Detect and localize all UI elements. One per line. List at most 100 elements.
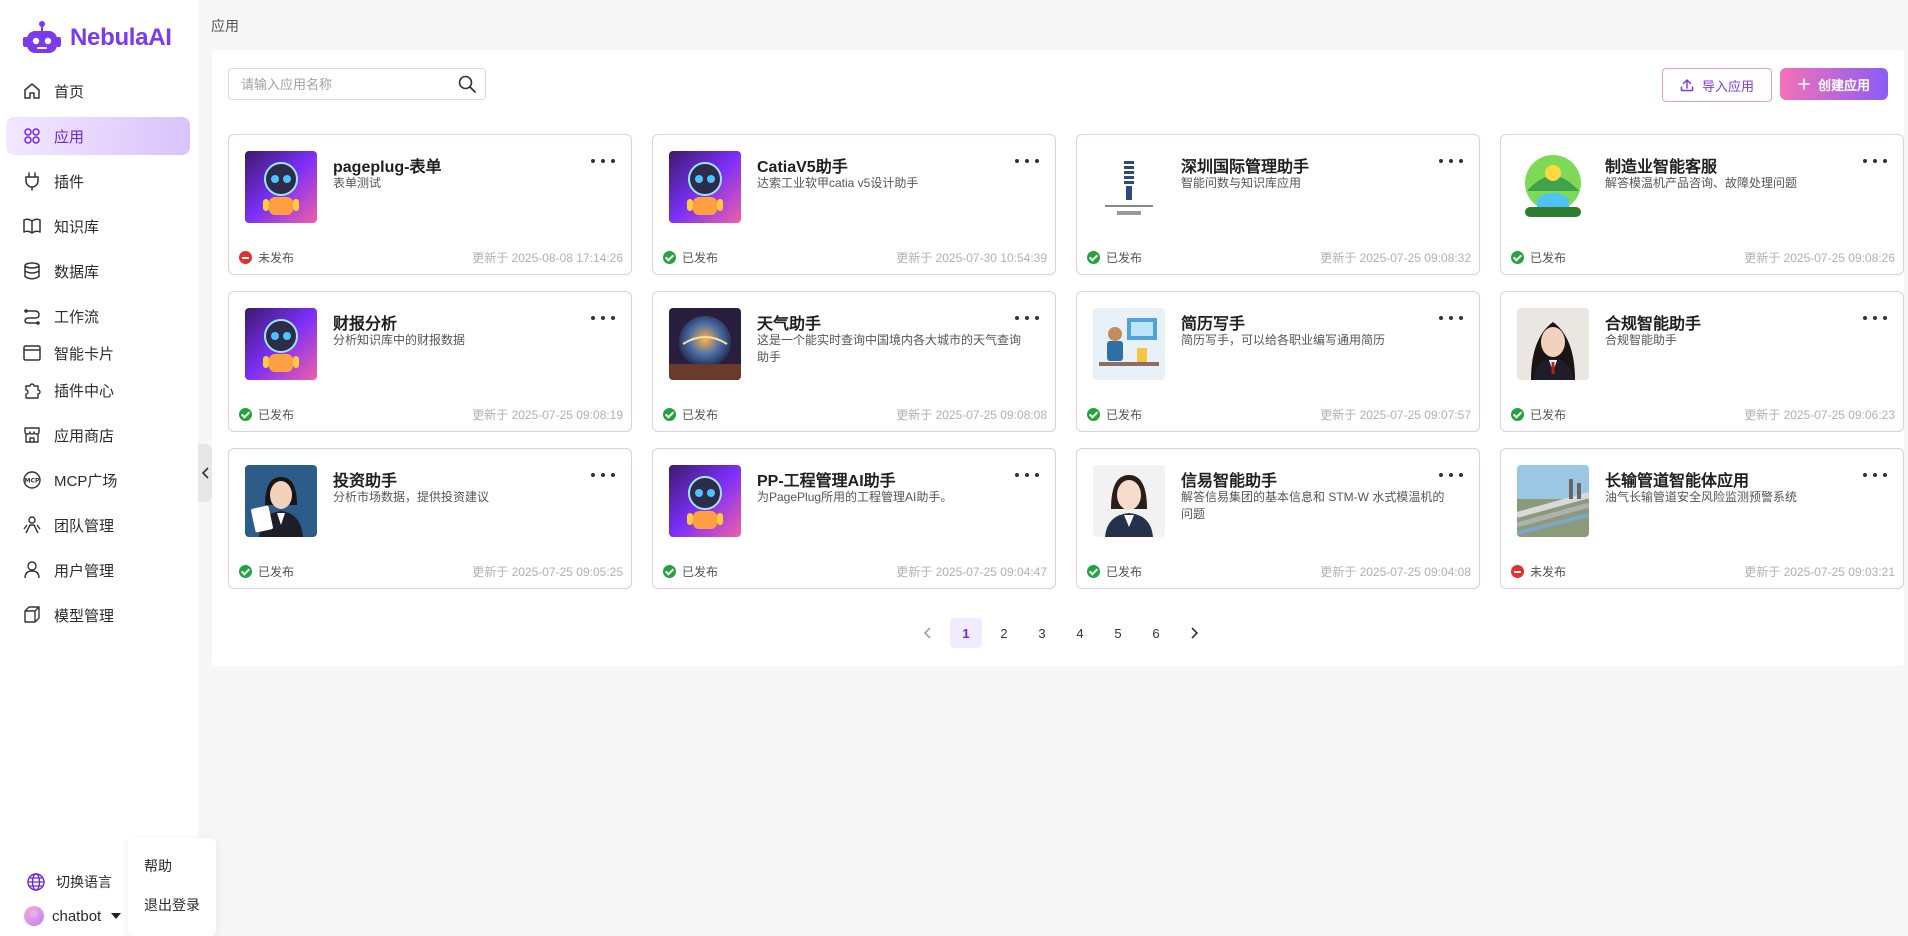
updated-time: 更新于 2025-07-30 10:54:39 — [896, 251, 1047, 265]
app-title: 合规智能助手 — [1605, 316, 1702, 333]
more-options-icon[interactable] — [1863, 310, 1887, 326]
more-options-icon[interactable] — [1863, 467, 1887, 483]
more-options-icon[interactable] — [1439, 310, 1463, 326]
help-menu-item[interactable]: 帮助 — [144, 856, 172, 876]
sidebar-item-workflow[interactable]: 工作流 — [6, 297, 190, 335]
more-options-icon[interactable] — [591, 310, 615, 326]
app-title: 信易智能助手 — [1181, 473, 1278, 490]
page-button-5[interactable]: 5 — [1102, 618, 1134, 648]
sidebar-item-app-store[interactable]: 应用商店 — [6, 416, 190, 454]
app-card[interactable]: 投资助手 分析市场数据，提供投资建议 已发布 更新于 2025-07-25 09:05… — [228, 448, 632, 589]
status-label: 已发布 — [258, 408, 295, 422]
sidebar-item-home[interactable]: 首页 — [6, 72, 190, 110]
page-button-3[interactable]: 3 — [1026, 618, 1058, 648]
app-card[interactable]: 长输管道智能体应用 油气长输管道安全风险监测预警系统 未发布 更新于 2025-07-… — [1500, 448, 1904, 589]
plus-icon — [1798, 78, 1810, 90]
import-app-button[interactable]: 导入应用 — [1662, 68, 1772, 102]
app-card[interactable]: 制造业智能客服 解答模温机产品咨询、故障处理问题 已发布 更新于 2025-07-25… — [1500, 134, 1904, 275]
status-label: 未发布 — [1530, 565, 1567, 579]
app-card[interactable]: 财报分析 分析知识库中的财报数据 已发布 更新于 2025-07-25 09:08:1… — [228, 291, 632, 432]
sidebar-item-plugin-center[interactable]: 插件中心 — [6, 371, 190, 409]
sidebar-item-plugins[interactable]: 插件 — [6, 162, 190, 200]
brand-logo[interactable]: NebulaAI — [22, 18, 172, 58]
more-options-icon[interactable] — [1863, 153, 1887, 169]
status-label: 未发布 — [258, 251, 295, 265]
check-circle-icon — [239, 408, 252, 421]
sidebar-item-label: 首页 — [54, 83, 85, 101]
app-description: 分析知识库中的财报数据 — [333, 333, 466, 347]
prev-page-button[interactable] — [912, 618, 944, 648]
workflow-icon — [24, 309, 40, 325]
app-card[interactable]: 简历写手 简历写手，可以给各职业编写通用简历 已发布 更新于 2025-07-25 0… — [1076, 291, 1480, 432]
create-app-label: 创建应用 — [1817, 77, 1870, 93]
app-card[interactable]: pageplug-表单 表单测试 未发布 更新于 2025-08-08 17:14:2… — [228, 134, 632, 275]
app-thumbnail — [245, 465, 317, 537]
more-options-icon[interactable] — [1015, 310, 1039, 326]
sidebar-item-database[interactable]: 数据库 — [6, 252, 190, 290]
search-icon[interactable] — [457, 74, 477, 94]
more-options-icon[interactable] — [1439, 467, 1463, 483]
page-button-1[interactable]: 1 — [950, 618, 982, 648]
caret-down-icon — [111, 913, 122, 919]
sidebar-item-label: 知识库 — [54, 218, 100, 236]
app-title: 深圳国际管理助手 — [1181, 159, 1310, 176]
next-page-button[interactable] — [1178, 618, 1210, 648]
sidebar-item-knowledge[interactable]: 知识库 — [6, 207, 190, 245]
app-description: 解答模温机产品咨询、故障处理问题 — [1605, 176, 1798, 190]
create-app-button[interactable]: 创建应用 — [1780, 68, 1888, 100]
sidebar-item-apps[interactable]: 应用 — [6, 117, 190, 155]
app-card[interactable]: 天气助手 这是一个能实时查询中国境内各大城市的天气查询助手 已发布 更新于 2025-… — [652, 291, 1056, 432]
page-button-6[interactable]: 6 — [1140, 618, 1172, 648]
app-title: 制造业智能客服 — [1605, 159, 1718, 176]
breadcrumb: 应用 — [211, 18, 239, 34]
sidebar-item-smart-card[interactable]: 智能卡片 — [6, 334, 190, 372]
check-circle-icon — [663, 565, 676, 578]
search-input[interactable] — [241, 76, 457, 92]
app-thumbnail — [669, 308, 741, 380]
user-dropdown-menu: 帮助 退出登录 — [128, 838, 216, 936]
app-description: 合规智能助手 — [1605, 333, 1678, 347]
status-label: 已发布 — [1106, 251, 1143, 265]
apps-icon — [24, 128, 40, 144]
username: chatbot — [52, 907, 102, 925]
sidebar-item-mcp[interactable]: MCP MCP广场 — [6, 461, 190, 499]
status-badge: 已发布 — [1087, 406, 1142, 423]
pagination: 1 2 3 4 5 6 — [212, 618, 1904, 648]
status-badge: 已发布 — [239, 563, 294, 580]
status-badge: 已发布 — [239, 406, 294, 423]
plug-icon — [25, 172, 39, 191]
sidebar-item-label: 工作流 — [54, 308, 100, 326]
app-card[interactable]: 深圳国际管理助手 智能问数与知识库应用 已发布 更新于 2025-07-25 09:0… — [1076, 134, 1480, 275]
page-button-4[interactable]: 4 — [1064, 618, 1096, 648]
minus-circle-icon — [239, 251, 252, 264]
status-label: 已发布 — [682, 565, 719, 579]
app-card[interactable]: CatiaV5助手 达索工业软甲catia v5设计助手 已发布 更新于 2025-0… — [652, 134, 1056, 275]
cube-icon — [24, 606, 40, 623]
updated-time: 更新于 2025-07-25 09:07:57 — [1320, 408, 1471, 422]
sidebar-item-models[interactable]: 模型管理 — [6, 596, 190, 634]
sidebar-item-users[interactable]: 用户管理 — [6, 551, 190, 589]
sidebar-item-label: 插件中心 — [54, 382, 115, 400]
app-card[interactable]: 合规智能助手 合规智能助手 已发布 更新于 2025-07-25 09:06:23 — [1500, 291, 1904, 432]
app-thumbnail — [669, 465, 741, 537]
check-circle-icon — [1087, 251, 1100, 264]
more-options-icon[interactable] — [1015, 467, 1039, 483]
more-options-icon[interactable] — [591, 467, 615, 483]
more-options-icon[interactable] — [1015, 153, 1039, 169]
check-circle-icon — [1087, 565, 1100, 578]
home-icon — [24, 83, 40, 99]
switch-language-button[interactable]: 切换语言 — [26, 872, 112, 892]
user-menu-trigger[interactable]: chatbot — [24, 906, 122, 926]
logout-menu-item[interactable]: 退出登录 — [144, 895, 200, 915]
app-card[interactable]: 信易智能助手 解答信易集团的基本信息和 STM-W 水式模温机的问题 已发布 更新于 … — [1076, 448, 1480, 589]
page-button-2[interactable]: 2 — [988, 618, 1020, 648]
more-options-icon[interactable] — [1439, 153, 1463, 169]
app-description: 分析市场数据，提供投资建议 — [333, 490, 490, 504]
sidebar-item-team[interactable]: 团队管理 — [6, 506, 190, 544]
switch-language-label: 切换语言 — [56, 874, 112, 890]
app-description: 解答信易集团的基本信息和 STM-W 水式模温机的问题 — [1181, 490, 1445, 521]
more-options-icon[interactable] — [591, 153, 615, 169]
sidebar-item-label: 模型管理 — [54, 607, 115, 625]
sidebar-item-label: 应用 — [54, 128, 85, 146]
app-card[interactable]: PP-工程管理AI助手 为PagePlug所用的工程管理AI助手。 已发布 更新于 2… — [652, 448, 1056, 589]
